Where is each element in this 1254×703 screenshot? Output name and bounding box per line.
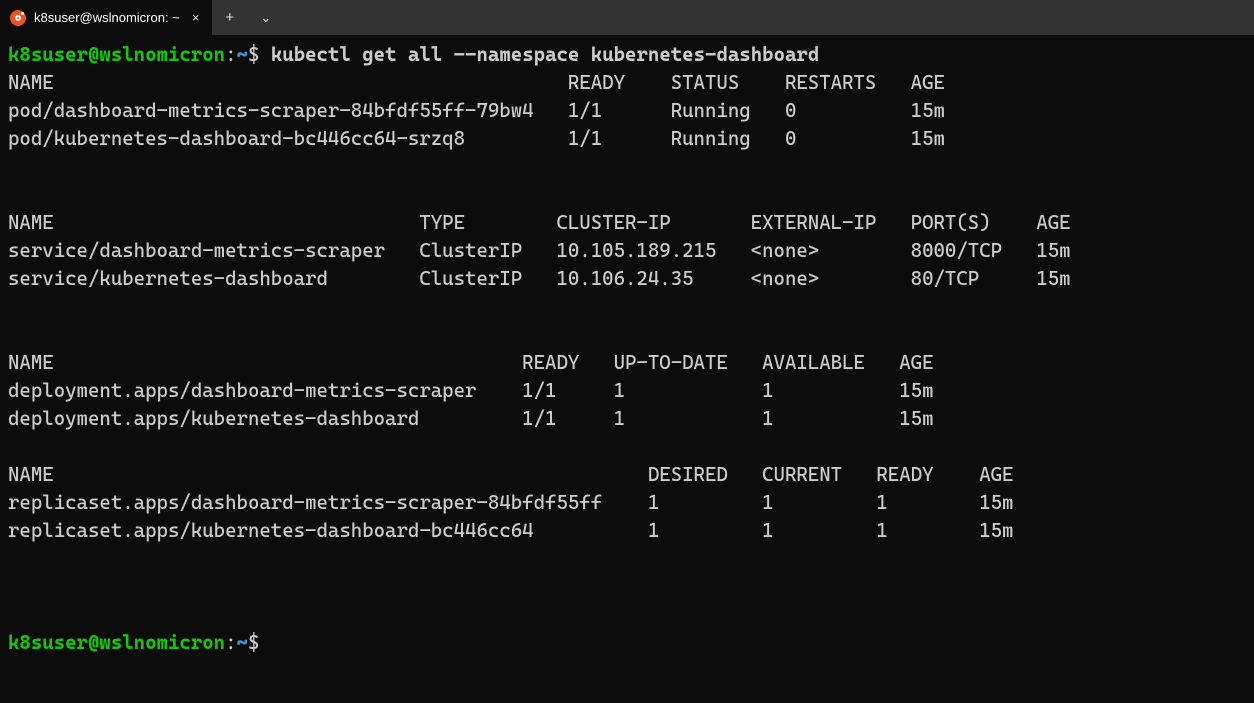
pod-row: pod/dashboard-metrics-scraper-84bfdf55ff… bbox=[8, 99, 945, 122]
tab-dropdown-button[interactable]: ⌄ bbox=[248, 0, 284, 35]
table-header: NAME TYPE CLUSTER-IP EXTERNAL-IP PORT(S)… bbox=[8, 211, 1071, 234]
table-header: NAME READY UP-TO-DATE AVAILABLE AGE bbox=[8, 351, 934, 374]
replicaset-row: replicaset.apps/kubernetes-dashboard-bc4… bbox=[8, 519, 1013, 542]
ubuntu-icon bbox=[10, 10, 26, 26]
prompt-user-host: k8suser@wslnomicron bbox=[8, 43, 225, 66]
prompt-cwd: ~ bbox=[237, 43, 248, 66]
command-text: kubectl get all --namespace kubernetes-d… bbox=[271, 43, 819, 66]
service-row: service/dashboard-metrics-scraper Cluste… bbox=[8, 239, 1071, 262]
prompt-sep: : bbox=[225, 631, 236, 654]
terminal-output[interactable]: k8suser@wslnomicron:~$ kubectl get all -… bbox=[0, 35, 1254, 665]
deployment-row: deployment.apps/dashboard-metrics-scrape… bbox=[8, 379, 934, 402]
prompt-sep: : bbox=[225, 43, 236, 66]
table-header: NAME READY STATUS RESTARTS AGE bbox=[8, 71, 945, 94]
pod-row: pod/kubernetes-dashboard-bc446cc64-srzq8… bbox=[8, 127, 945, 150]
prompt-cwd: ~ bbox=[237, 631, 248, 654]
deployment-row: deployment.apps/kubernetes-dashboard 1/1… bbox=[8, 407, 934, 430]
service-row: service/kubernetes-dashboard ClusterIP 1… bbox=[8, 267, 1071, 290]
new-tab-button[interactable]: + bbox=[212, 0, 248, 35]
window-titlebar: k8suser@wslnomicron: ~ × + ⌄ bbox=[0, 0, 1254, 35]
close-tab-icon[interactable]: × bbox=[188, 4, 204, 32]
prompt-user-host: k8suser@wslnomicron bbox=[8, 631, 225, 654]
table-header: NAME DESIRED CURRENT READY AGE bbox=[8, 463, 1013, 486]
tab-title: k8suser@wslnomicron: ~ bbox=[34, 4, 180, 32]
terminal-tab[interactable]: k8suser@wslnomicron: ~ × bbox=[0, 0, 212, 35]
prompt-sigil: $ bbox=[248, 43, 259, 66]
replicaset-row: replicaset.apps/dashboard-metrics-scrape… bbox=[8, 491, 1013, 514]
prompt-sigil: $ bbox=[248, 631, 259, 654]
